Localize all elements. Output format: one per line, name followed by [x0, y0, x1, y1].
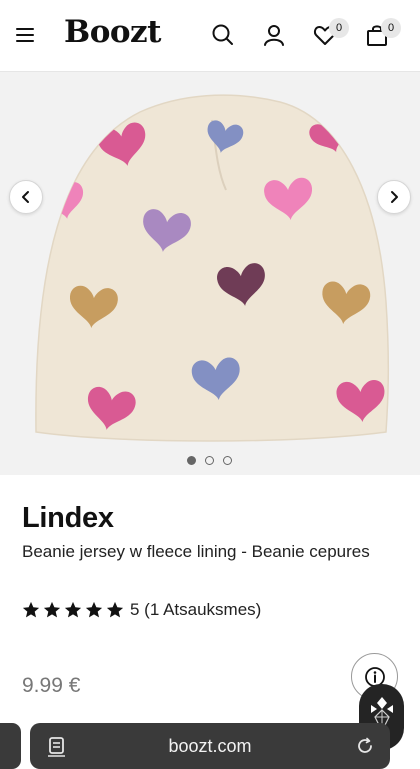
user-icon[interactable]	[261, 22, 287, 48]
gallery-dot[interactable]	[223, 456, 232, 465]
product-name: Beanie jersey w fleece lining - Beanie c…	[22, 542, 370, 561]
star-icon	[64, 601, 82, 618]
previous-tab-pill[interactable]	[0, 723, 21, 769]
browser-address-bar[interactable]: boozt.com	[30, 723, 390, 769]
reload-icon[interactable]	[356, 737, 374, 755]
top-header: Boozt 0 0	[0, 0, 420, 72]
boozt-logo[interactable]: Boozt	[64, 14, 161, 50]
star-icon	[85, 601, 103, 618]
star-icon	[106, 601, 124, 618]
wishlist-count-badge: 0	[329, 18, 349, 38]
star-icon	[22, 601, 40, 618]
hamburger-menu-icon[interactable]	[16, 26, 36, 44]
gallery-dot[interactable]	[205, 456, 214, 465]
search-icon[interactable]	[210, 22, 236, 48]
wishlist-button[interactable]: 0	[312, 18, 349, 48]
gallery-next-button[interactable]	[377, 180, 411, 214]
chevron-left-icon	[22, 191, 29, 203]
gallery-dot[interactable]	[187, 456, 196, 465]
cart-button[interactable]: 0	[364, 18, 401, 48]
chevron-right-icon	[391, 191, 398, 203]
product-brand[interactable]: Lindex	[22, 502, 114, 535]
gallery-prev-button[interactable]	[9, 180, 43, 214]
cart-count-badge: 0	[381, 18, 401, 38]
url-text: boozt.com	[168, 736, 252, 756]
product-image	[35, 94, 390, 442]
product-image-gallery[interactable]	[0, 72, 420, 475]
product-price: 9.99 €	[22, 674, 81, 697]
gallery-pagination	[187, 456, 232, 465]
rating-stars	[22, 601, 124, 619]
product-rating[interactable]: 5 (1 Atsauksmes)	[22, 600, 261, 620]
star-icon	[43, 601, 61, 618]
rating-text: 5 (1 Atsauksmes)	[130, 600, 262, 619]
